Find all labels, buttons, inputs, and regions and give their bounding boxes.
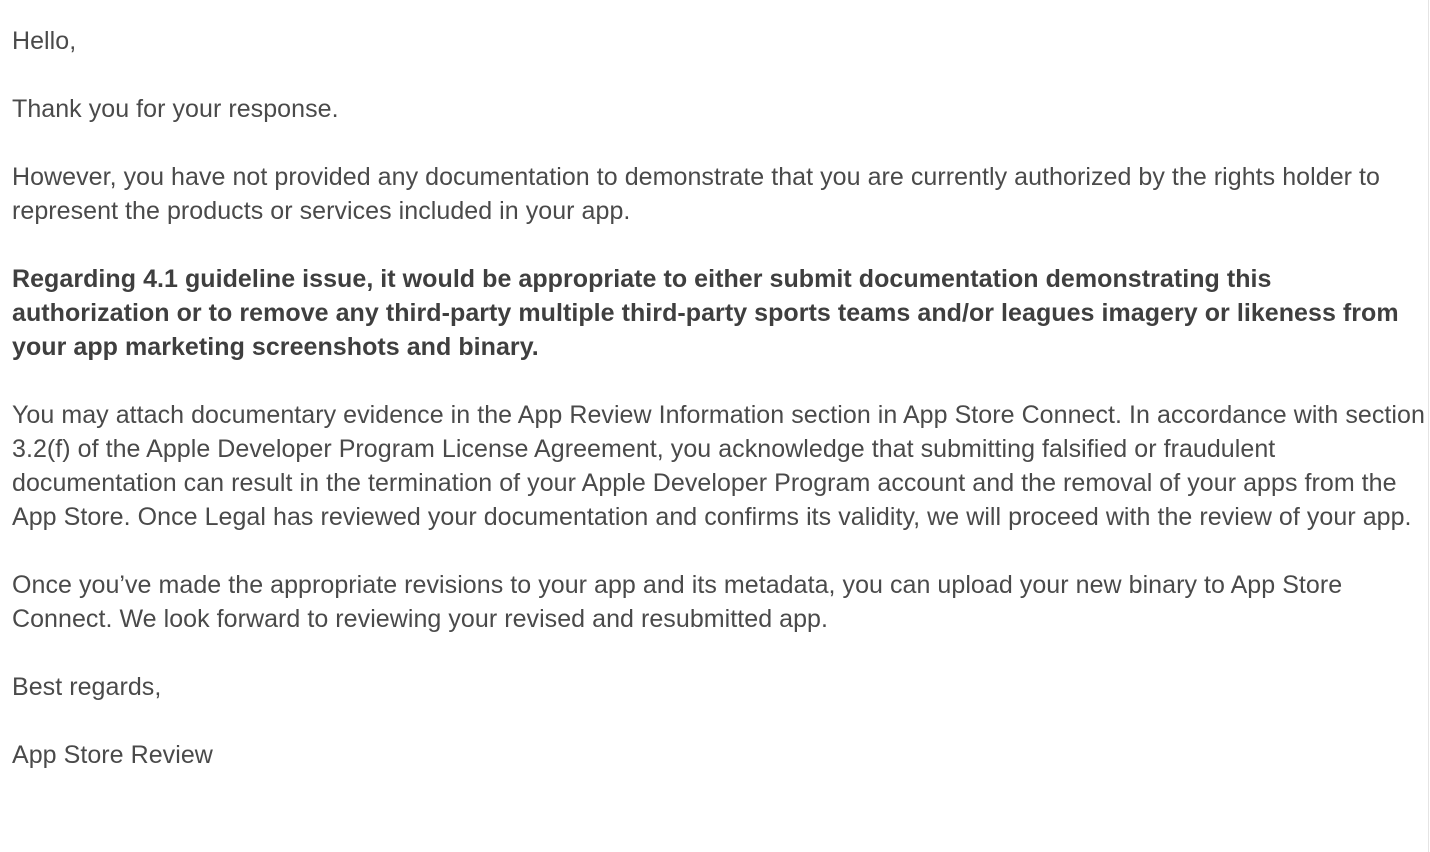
greeting: Hello, — [12, 27, 77, 55]
message-body: Hello, Thank you for your response. Howe… — [12, 24, 1426, 772]
right-divider — [1428, 0, 1429, 852]
signature: App Store Review — [12, 741, 213, 769]
no-documentation-paragraph: However, you have not provided any docum… — [12, 163, 1380, 225]
revisions-paragraph: Once you’ve made the appropriate revisio… — [12, 571, 1343, 633]
closing: Best regards, — [12, 673, 162, 701]
guideline-issue-paragraph: Regarding 4.1 guideline issue, it would … — [12, 265, 1399, 361]
attach-evidence-paragraph: You may attach documentary evidence in t… — [12, 401, 1425, 531]
thanks-paragraph: Thank you for your response. — [12, 95, 339, 123]
